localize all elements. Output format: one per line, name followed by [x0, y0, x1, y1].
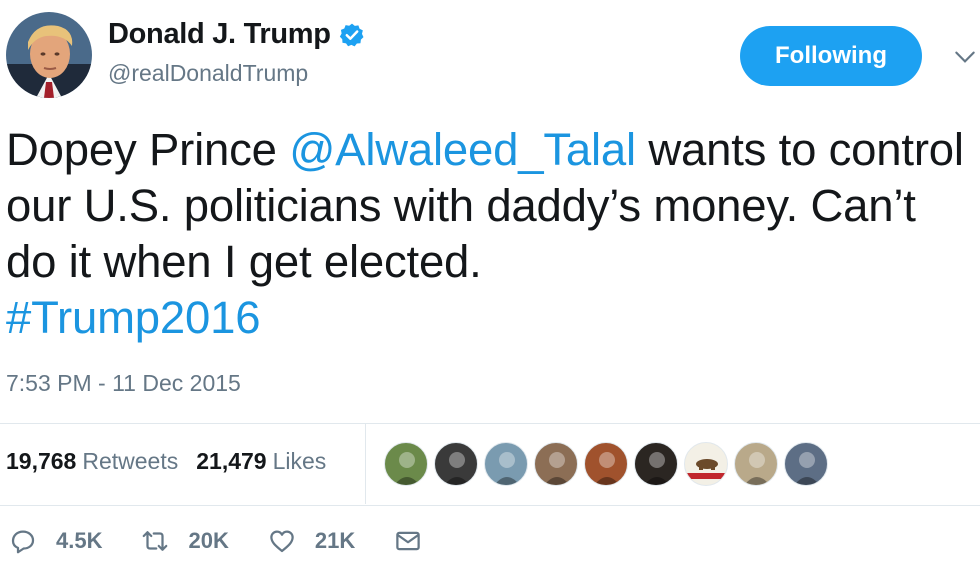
avatar-person-icon[interactable] — [534, 442, 578, 486]
avatar-person-icon[interactable] — [634, 442, 678, 486]
liker-avatars — [384, 442, 834, 486]
envelope-icon — [396, 531, 420, 551]
reply-icon — [11, 530, 35, 554]
author-avatar[interactable] — [6, 12, 92, 98]
chevron-down-icon[interactable] — [952, 44, 978, 70]
likes-count: 21,479 — [196, 448, 267, 474]
tweet-timestamp[interactable]: 7:53 PM - 11 Dec 2015 — [6, 370, 241, 397]
likes-stat[interactable]: 21,479 Likes — [196, 448, 326, 475]
author-handle[interactable]: @realDonaldTrump — [108, 60, 308, 87]
tweet-text: Dopey Prince @Alwaleed_Talal wants to co… — [6, 122, 971, 346]
retweet-button[interactable]: 20K — [140, 526, 229, 556]
avatar-couple-icon[interactable] — [484, 442, 528, 486]
retweets-stat[interactable]: 19,768 Retweets — [6, 448, 178, 475]
avatar-animal-icon[interactable] — [434, 442, 478, 486]
reply-button[interactable]: 4.5K — [8, 526, 102, 556]
retweets-label: Retweets — [82, 448, 179, 474]
verified-badge-icon — [339, 23, 364, 46]
avatar-landscape-icon[interactable] — [384, 442, 428, 486]
avatar-trump-icon[interactable] — [784, 442, 828, 486]
avatar-california-flag-icon[interactable] — [684, 442, 728, 486]
like-count: 21K — [314, 528, 356, 553]
divider — [365, 424, 366, 504]
tweet-stats: 19,768 Retweets 21,479 Likes — [6, 448, 344, 475]
hashtag-link[interactable]: #Trump2016 — [6, 292, 260, 343]
tweet-text-part: Dopey Prince — [6, 124, 290, 175]
reply-count: 4.5K — [56, 528, 103, 553]
retweet-count: 20K — [188, 528, 229, 553]
like-button[interactable]: 21K — [267, 526, 355, 556]
divider — [0, 505, 980, 506]
likes-label: Likes — [272, 448, 327, 474]
avatar-person-icon[interactable] — [584, 442, 628, 486]
heart-icon — [270, 530, 294, 553]
direct-message-button[interactable] — [393, 526, 423, 556]
mention-link[interactable]: @Alwaleed_Talal — [289, 124, 636, 175]
author-name-row: Donald J. Trump — [108, 18, 365, 51]
following-button[interactable]: Following — [740, 26, 922, 86]
divider — [0, 423, 980, 424]
avatar-group-icon[interactable] — [734, 442, 778, 486]
tweet-actions: 4.5K 20K 21K — [8, 526, 461, 556]
retweets-count: 19,768 — [6, 448, 77, 474]
author-name[interactable]: Donald J. Trump — [108, 18, 331, 51]
retweet-icon — [143, 531, 168, 551]
